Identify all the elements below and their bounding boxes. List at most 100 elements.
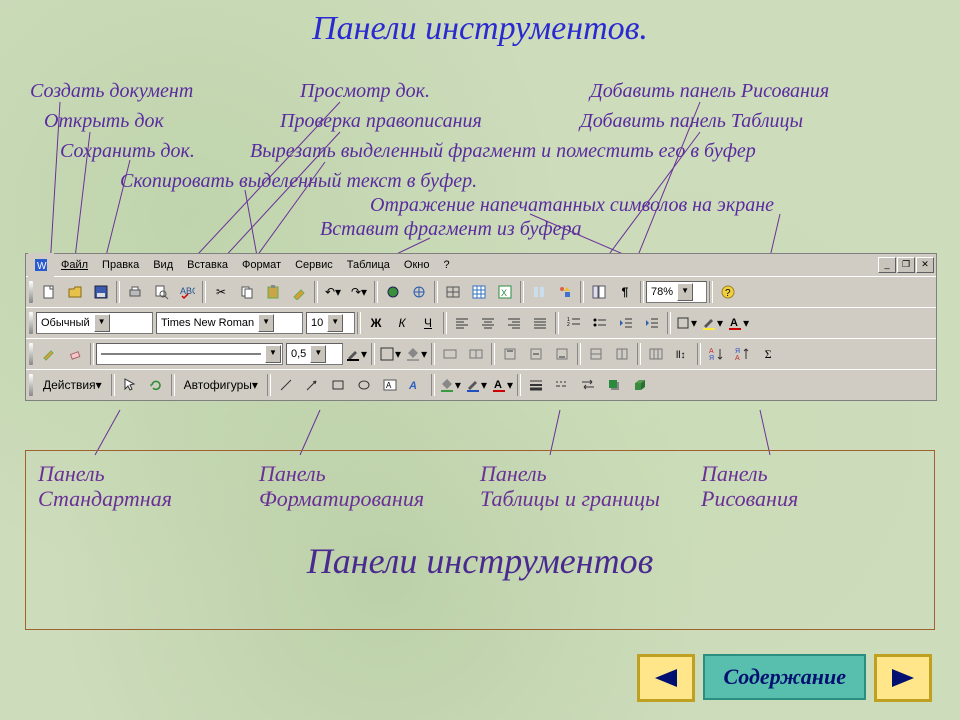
- contents-button[interactable]: Содержание: [703, 654, 866, 700]
- textbox-icon[interactable]: A: [377, 373, 403, 397]
- menu-format[interactable]: Формат: [235, 257, 288, 273]
- svg-text:A: A: [494, 379, 502, 391]
- menu-table[interactable]: Таблица: [340, 257, 397, 273]
- italic-icon[interactable]: К: [389, 311, 415, 335]
- dash-style-icon[interactable]: [549, 373, 575, 397]
- menu-insert[interactable]: Вставка: [180, 257, 235, 273]
- font-color2-icon[interactable]: A▾: [489, 373, 515, 397]
- menu-help[interactable]: ?: [436, 257, 456, 273]
- align-center-icon[interactable]: [475, 311, 501, 335]
- save-icon[interactable]: [88, 280, 114, 304]
- cut-icon[interactable]: ✂: [208, 280, 234, 304]
- minimize-icon[interactable]: _: [878, 257, 896, 273]
- bold-icon[interactable]: Ж: [363, 311, 389, 335]
- borders-icon[interactable]: ▾: [673, 311, 699, 335]
- menu-view[interactable]: Вид: [146, 257, 180, 273]
- line-style-combo[interactable]: ▼: [96, 343, 283, 365]
- doc-map-icon[interactable]: [586, 280, 612, 304]
- font-color-icon[interactable]: A▾: [725, 311, 751, 335]
- arrow-icon[interactable]: [299, 373, 325, 397]
- menu-tools[interactable]: Сервис: [288, 257, 340, 273]
- fill-color-icon[interactable]: ▾: [437, 373, 463, 397]
- shadow-icon[interactable]: [601, 373, 627, 397]
- hyperlink-icon[interactable]: [380, 280, 406, 304]
- redo-icon[interactable]: ↷▾: [346, 280, 372, 304]
- style-combo[interactable]: Обычный▼: [36, 312, 153, 334]
- insert-table-icon[interactable]: [466, 280, 492, 304]
- undo-icon[interactable]: ↶▾: [320, 280, 346, 304]
- align-left-icon[interactable]: [449, 311, 475, 335]
- drawing-panel-icon[interactable]: [552, 280, 578, 304]
- oval-icon[interactable]: [351, 373, 377, 397]
- draw-table-icon[interactable]: [36, 342, 62, 366]
- tables-borders-icon[interactable]: [440, 280, 466, 304]
- open-icon[interactable]: [62, 280, 88, 304]
- outside-border-icon[interactable]: ▾: [377, 342, 403, 366]
- restore-icon[interactable]: ❐: [897, 257, 915, 273]
- menu-edit[interactable]: Правка: [95, 257, 146, 273]
- numbered-list-icon[interactable]: 12: [561, 311, 587, 335]
- line-weight-combo[interactable]: 0,5▼: [286, 343, 343, 365]
- actions-menu[interactable]: Действия ▾: [36, 373, 109, 397]
- rotate-icon[interactable]: [143, 373, 169, 397]
- autoformat-icon[interactable]: [643, 342, 669, 366]
- show-hide-icon[interactable]: ¶: [612, 280, 638, 304]
- print-icon[interactable]: [122, 280, 148, 304]
- menu-window[interactable]: Окно: [397, 257, 437, 273]
- help-icon[interactable]: ?: [715, 280, 741, 304]
- text-direction-icon[interactable]: ll↕: [669, 342, 695, 366]
- indent-icon[interactable]: [639, 311, 665, 335]
- bullet-list-icon[interactable]: [587, 311, 613, 335]
- preview-icon[interactable]: [148, 280, 174, 304]
- autoshapes-menu[interactable]: Автофигуры ▾: [177, 373, 265, 397]
- new-icon[interactable]: [36, 280, 62, 304]
- shading-color-icon[interactable]: ▾: [403, 342, 429, 366]
- page-title: Панели инструментов.: [0, 10, 960, 48]
- dist-cols-icon[interactable]: [609, 342, 635, 366]
- dist-rows-icon[interactable]: [583, 342, 609, 366]
- border-color-icon[interactable]: ▾: [343, 342, 369, 366]
- size-combo[interactable]: 10▼: [306, 312, 355, 334]
- sort-asc-icon[interactable]: АЯ: [703, 342, 729, 366]
- split-cells-icon[interactable]: [463, 342, 489, 366]
- arrow-style-icon[interactable]: [575, 373, 601, 397]
- spell-icon[interactable]: ABC: [174, 280, 200, 304]
- toolbar-standard: ABC ✂ ↶▾ ↷▾ X ¶ 78%▼ ?: [26, 276, 936, 307]
- line-color-icon[interactable]: ▾: [463, 373, 489, 397]
- align-top-icon[interactable]: [497, 342, 523, 366]
- columns-icon[interactable]: [526, 280, 552, 304]
- align-right-icon[interactable]: [501, 311, 527, 335]
- outdent-icon[interactable]: [613, 311, 639, 335]
- line-style-icon[interactable]: [523, 373, 549, 397]
- excel-icon[interactable]: X: [492, 280, 518, 304]
- paste-icon[interactable]: [260, 280, 286, 304]
- align-bottom-icon[interactable]: [549, 342, 575, 366]
- sort-desc-icon[interactable]: ЯА: [729, 342, 755, 366]
- zoom-combo[interactable]: 78%▼: [646, 281, 707, 303]
- line-icon[interactable]: [273, 373, 299, 397]
- web-toolbar-icon[interactable]: [406, 280, 432, 304]
- rect-icon[interactable]: [325, 373, 351, 397]
- 3d-icon[interactable]: [627, 373, 653, 397]
- wordart-icon[interactable]: A: [403, 373, 429, 397]
- svg-text:2: 2: [567, 322, 570, 328]
- copy-icon[interactable]: [234, 280, 260, 304]
- app-icon[interactable]: W: [28, 253, 54, 277]
- eraser-icon[interactable]: [62, 342, 88, 366]
- prev-button[interactable]: [637, 654, 695, 702]
- underline-icon[interactable]: Ч: [415, 311, 441, 335]
- format-painter-icon[interactable]: [286, 280, 312, 304]
- pointer-icon[interactable]: [117, 373, 143, 397]
- next-button[interactable]: [874, 654, 932, 702]
- merge-cells-icon[interactable]: [437, 342, 463, 366]
- autosum-icon[interactable]: Σ: [755, 342, 781, 366]
- svg-text:?: ?: [725, 288, 731, 299]
- align-justify-icon[interactable]: [527, 311, 553, 335]
- highlight-icon[interactable]: ▾: [699, 311, 725, 335]
- svg-text:W: W: [37, 261, 47, 272]
- close-icon[interactable]: ✕: [916, 257, 934, 273]
- align-middle-icon[interactable]: [523, 342, 549, 366]
- font-combo[interactable]: Times New Roman▼: [156, 312, 303, 334]
- ann-table: Добавить панель Таблицы: [580, 110, 803, 133]
- menu-file[interactable]: Файл: [54, 257, 95, 273]
